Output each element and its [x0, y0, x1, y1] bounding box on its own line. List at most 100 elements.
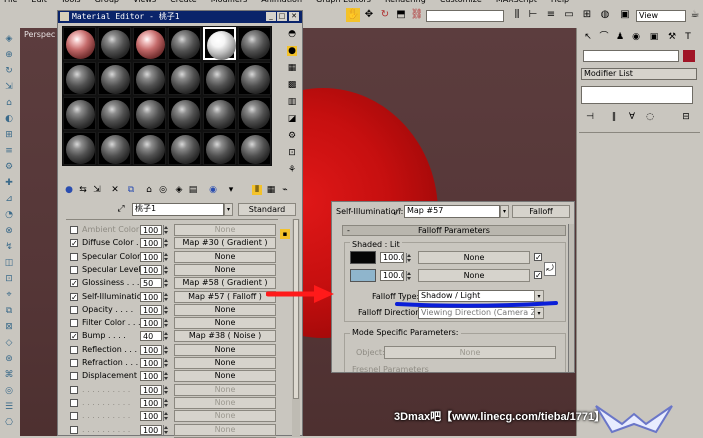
show-map-icon[interactable]: ◈ [174, 185, 184, 195]
menu-item[interactable]: Views [133, 0, 156, 4]
map-amount-field[interactable]: 100 [140, 252, 162, 262]
scale-icon[interactable]: ⬒ [394, 8, 408, 22]
eyedropper-icon[interactable]: ⤢ [116, 204, 126, 214]
rotate-icon[interactable]: ↻ [378, 8, 392, 22]
map-enable-checkbox[interactable]: ✓ [70, 332, 78, 340]
copy-icon[interactable]: ⧉ [4, 306, 14, 316]
map-amount-field[interactable]: 100 [140, 371, 162, 381]
utilities-tab-icon[interactable]: ⚒ [667, 32, 677, 42]
menu-item[interactable]: Graph Editors [316, 0, 371, 4]
map-amount-spinner[interactable] [163, 385, 168, 395]
pick-material-icon[interactable]: ⫴ [252, 185, 262, 195]
render-setup-icon[interactable]: ▣ [618, 8, 632, 22]
material-slot[interactable] [133, 62, 166, 95]
map-enable-checkbox[interactable] [70, 412, 78, 420]
material-editor-icon[interactable]: ◍ [598, 8, 612, 22]
modifier-stack[interactable] [581, 86, 693, 104]
triangle-icon[interactable]: ⊿ [4, 194, 14, 204]
falloff-amount-field[interactable]: 100.0 [380, 270, 404, 281]
menu-item[interactable]: Customize [440, 0, 482, 4]
hierarchy-tab-icon[interactable]: ♟ [615, 32, 625, 42]
map-amount-spinner[interactable] [163, 331, 168, 341]
put-to-library-icon[interactable]: ⌂ [144, 185, 154, 195]
map-amount-spinner[interactable] [163, 318, 168, 328]
map-amount-field[interactable]: 100 [140, 411, 162, 421]
settings-icon[interactable]: ⚙ [4, 162, 14, 172]
target-icon[interactable]: ⌖ [4, 290, 14, 300]
material-slot[interactable] [63, 97, 96, 130]
maximize-button[interactable]: □ [277, 12, 287, 21]
map-button[interactable]: None [174, 384, 276, 396]
swap-icon[interactable]: ⤾ [544, 262, 556, 276]
map-amount-spinner[interactable] [163, 305, 168, 315]
map-button[interactable]: None [174, 357, 276, 369]
curve-editor-icon[interactable]: ▭ [562, 8, 576, 22]
half-circle-icon[interactable]: ◐ [4, 114, 14, 124]
map-enable-checkbox[interactable] [70, 426, 78, 434]
material-slot[interactable] [203, 97, 236, 130]
create-sphere-icon[interactable]: ⊕ [4, 50, 14, 60]
map-amount-spinner[interactable] [163, 345, 168, 355]
material-slot[interactable] [168, 132, 201, 165]
material-slot[interactable] [98, 62, 131, 95]
falloff-type-button[interactable]: Falloff [512, 205, 570, 218]
map-enable-checkbox[interactable] [70, 226, 78, 234]
go-forward-icon[interactable]: ▾ [226, 185, 236, 195]
map-amount-field[interactable]: 100 [140, 425, 162, 435]
display-tab-icon[interactable]: ▣ [649, 32, 659, 42]
map-button[interactable]: None [174, 370, 276, 382]
list-icon[interactable]: ≡ [4, 146, 14, 156]
material-slot[interactable] [203, 132, 236, 165]
frame-icon[interactable]: ⊡ [4, 274, 14, 284]
box-x-icon[interactable]: ⊠ [4, 322, 14, 332]
material-slot[interactable] [203, 62, 236, 95]
map-amount-spinner[interactable] [163, 411, 168, 421]
map-amount-field[interactable]: 100 [140, 238, 162, 248]
teapot-icon[interactable]: ☕ [688, 8, 702, 22]
assign-material-icon[interactable]: ⇲ [92, 185, 102, 195]
falloff-scrollbar[interactable] [568, 224, 575, 373]
menu-item[interactable]: Help [551, 0, 569, 4]
falloff-eyedropper-icon[interactable]: ⤢ [392, 207, 402, 217]
create-tab-icon[interactable]: ↖ [583, 32, 593, 42]
flower-icon[interactable]: ⊛ [4, 354, 14, 364]
material-slot[interactable] [63, 27, 96, 60]
map-amount-spinner[interactable] [163, 252, 168, 262]
material-slot[interactable] [238, 97, 271, 130]
falloff-amount-spinner[interactable] [406, 253, 411, 263]
map-amount-spinner[interactable] [163, 358, 168, 368]
map-button[interactable]: None [174, 424, 276, 436]
material-slot[interactable] [63, 62, 96, 95]
map-amount-field[interactable]: 100 [140, 265, 162, 275]
configure-modifiers-icon[interactable]: ⊟ [681, 112, 691, 122]
pin-stack-icon[interactable]: ⊣ [585, 112, 595, 122]
map-amount-field[interactable]: 100 [140, 305, 162, 315]
map-amount-field[interactable]: 100 [140, 225, 162, 235]
map-amount-field[interactable]: 100 [140, 398, 162, 408]
map-amount-spinner[interactable] [163, 292, 168, 302]
falloff-color-swatch[interactable] [350, 269, 376, 282]
create-box-icon[interactable]: ◈ [4, 34, 14, 44]
material-slot[interactable] [98, 132, 131, 165]
map-enable-checkbox[interactable] [70, 399, 78, 407]
map-button[interactable]: None [174, 344, 276, 356]
map-button[interactable]: None [174, 264, 276, 276]
map-button[interactable]: None [174, 251, 276, 263]
falloff-map-dropdown-icon[interactable]: ▾ [500, 205, 509, 218]
home-icon[interactable]: ⌂ [4, 98, 14, 108]
material-slot[interactable] [98, 27, 131, 60]
options-icon[interactable]: ⚙ [287, 131, 297, 141]
link-icon[interactable]: ⛓ [410, 8, 424, 22]
map-enable-checkbox[interactable] [70, 253, 78, 261]
map-enable-checkbox[interactable] [70, 372, 78, 380]
map-button[interactable]: None [174, 304, 276, 316]
object-color-swatch[interactable] [683, 50, 695, 62]
show-end-result-stack-icon[interactable]: ‖ [609, 112, 619, 122]
map-button[interactable]: None [174, 224, 276, 236]
menu-item[interactable]: Modifiers [211, 0, 248, 4]
map-amount-spinner[interactable] [163, 278, 168, 288]
falloff-amount-field[interactable]: 100.0 [380, 252, 404, 263]
reset-map-icon[interactable]: ✕ [110, 185, 120, 195]
menu-item[interactable]: MAXScript [496, 0, 537, 4]
show-end-result-icon[interactable]: ▤ [188, 185, 198, 195]
